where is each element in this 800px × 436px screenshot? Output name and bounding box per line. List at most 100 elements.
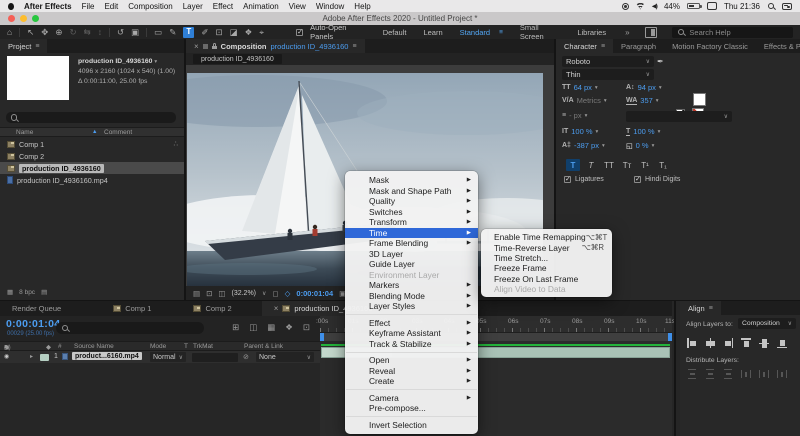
- screen-record-icon[interactable]: [622, 3, 629, 10]
- auto-open-panels-checkbox[interactable]: [296, 29, 303, 36]
- close-panel-icon[interactable]: ×: [194, 42, 199, 51]
- tab-motion-factory-classic[interactable]: Motion Factory Classic: [664, 39, 756, 53]
- panel-menu-icon[interactable]: ≡: [35, 43, 39, 50]
- spotlight-search-icon[interactable]: [767, 2, 775, 10]
- draft-3d-icon[interactable]: ◫: [249, 322, 257, 333]
- submenu-item-time-stretch[interactable]: Time Stretch...: [481, 253, 612, 263]
- project-search-input[interactable]: [21, 113, 172, 122]
- orbit-tool-icon[interactable]: ↻: [70, 28, 77, 37]
- comp-current-time[interactable]: 0:00:01:04: [296, 289, 333, 298]
- tab-render-queue[interactable]: Render Queue: [0, 301, 73, 316]
- flowchart-icon[interactable]: ▤: [193, 289, 200, 298]
- tsume-value[interactable]: 0 %: [636, 141, 649, 150]
- monitor-icon[interactable]: ⊡: [206, 289, 212, 298]
- panel-menu-icon[interactable]: ≡: [352, 43, 356, 50]
- work-area-start-handle[interactable]: [320, 333, 324, 341]
- footage-name[interactable]: production ID_4936160: [78, 58, 152, 65]
- mask-visibility-icon[interactable]: ◇: [285, 289, 291, 298]
- column-trkmat[interactable]: TrkMat: [193, 343, 213, 350]
- new-folder-icon[interactable]: ▤: [41, 288, 47, 296]
- menu-item-layer-styles[interactable]: Layer Styles▶: [345, 301, 478, 312]
- menubar-item-effect[interactable]: Effect: [213, 2, 233, 11]
- menubar-item-layer[interactable]: Layer: [183, 2, 203, 11]
- hand-tool-icon[interactable]: ✥: [41, 28, 48, 37]
- dropdown-arrow-icon[interactable]: ▾: [652, 143, 655, 149]
- project-item-production-mp4[interactable]: production ID_4936160.mp4: [0, 174, 184, 186]
- menubar-item-window[interactable]: Window: [316, 2, 344, 11]
- layer-name[interactable]: product...6160.mp4: [72, 352, 142, 360]
- menu-item-open[interactable]: Open▶: [345, 355, 478, 366]
- baseline-shift-value[interactable]: -387 px: [574, 141, 599, 150]
- small-caps-toggle[interactable]: Tт: [620, 159, 634, 171]
- region-of-interest-icon[interactable]: ◻: [272, 289, 278, 298]
- font-family-select[interactable]: Roboto ∨: [562, 56, 654, 67]
- font-style-select[interactable]: Thin ∨: [562, 69, 654, 80]
- minimize-window-button[interactable]: [20, 15, 27, 22]
- type-tool-icon[interactable]: T: [183, 27, 194, 38]
- layer-visibility-icon[interactable]: ◉: [4, 353, 9, 360]
- submenu-item-freeze-frame[interactable]: Freeze Frame: [481, 263, 612, 273]
- interpret-footage-icon[interactable]: ▦: [7, 288, 13, 296]
- menu-item-blending-mode[interactable]: Blending Mode▶: [345, 291, 478, 302]
- layer-row[interactable]: ◉ ▸ 1 product...6160.mp4 Normal ∨ ⊘ None…: [0, 351, 320, 363]
- selection-tool-icon[interactable]: ↖: [27, 28, 34, 37]
- menu-item-mask-and-shape-path[interactable]: Mask and Shape Path▶: [345, 186, 478, 197]
- tab-effects-presets[interactable]: Effects & Pre: [756, 39, 800, 53]
- tab-paragraph[interactable]: Paragraph: [613, 39, 664, 53]
- horizontal-scale-value[interactable]: 100 %: [633, 127, 654, 136]
- menubar-item-help[interactable]: Help: [354, 2, 370, 11]
- menubar-clock[interactable]: Thu 21:36: [724, 2, 760, 11]
- workspace-overflow-icon[interactable]: »: [625, 28, 629, 37]
- menubar-item-file[interactable]: File: [82, 2, 95, 11]
- volume-icon[interactable]: ◀): [652, 2, 657, 10]
- layer-label-color[interactable]: [40, 354, 49, 361]
- input-source-icon[interactable]: [707, 2, 717, 10]
- tab-align[interactable]: Align ≡: [680, 301, 721, 315]
- home-tool-icon[interactable]: ⌂: [7, 28, 12, 37]
- faux-italic-toggle[interactable]: T: [584, 159, 598, 171]
- help-search-box[interactable]: [672, 27, 793, 38]
- menu-item-track-stabilize[interactable]: Track & Stabilize▶: [345, 339, 478, 350]
- dual-view-icon[interactable]: ◫: [218, 289, 225, 298]
- superscript-toggle[interactable]: T¹: [638, 159, 652, 171]
- dropdown-arrow-icon[interactable]: ▾: [658, 129, 661, 135]
- dropdown-arrow-icon[interactable]: ▾: [602, 143, 605, 149]
- menu-item-transform[interactable]: Transform▶: [345, 217, 478, 228]
- menubar-item-app[interactable]: After Effects: [24, 2, 72, 11]
- tab-comp2[interactable]: Comp 2: [181, 301, 243, 316]
- ligatures-checkbox[interactable]: [564, 176, 571, 183]
- tab-comp1[interactable]: Comp 1: [101, 301, 163, 316]
- menubar-item-view[interactable]: View: [289, 2, 306, 11]
- all-caps-toggle[interactable]: TT: [602, 159, 616, 171]
- workspace-learn[interactable]: Learn: [423, 28, 442, 37]
- column-parent-link[interactable]: Parent & Link: [244, 343, 283, 350]
- clone-stamp-tool-icon[interactable]: ⊡: [215, 28, 222, 37]
- tab-composition[interactable]: × Composition production ID_4936160 ≡: [186, 39, 365, 53]
- comp-viewer-tab[interactable]: production ID_4936160: [193, 54, 282, 64]
- motion-blur-icon[interactable]: ❖: [285, 322, 293, 333]
- menu-item-keyframe-assistant[interactable]: Keyframe Assistant▶: [345, 328, 478, 339]
- subscript-toggle[interactable]: T₁: [656, 159, 670, 171]
- dropdown-arrow-icon[interactable]: ▾: [659, 85, 662, 91]
- align-right-button[interactable]: [723, 338, 733, 348]
- hindi-digits-checkbox[interactable]: [634, 176, 641, 183]
- menubar-item-edit[interactable]: Edit: [104, 2, 118, 11]
- twirl-arrow-icon[interactable]: ▸: [30, 353, 33, 360]
- distribute-bottom-button[interactable]: [723, 369, 733, 379]
- dropdown-arrow-icon[interactable]: ▾: [604, 98, 607, 104]
- column-mode[interactable]: Mode: [150, 343, 166, 350]
- menubar-item-animation[interactable]: Animation: [243, 2, 279, 11]
- menu-item-effect[interactable]: Effect▶: [345, 318, 478, 329]
- camera-tool-icon[interactable]: ▣: [131, 28, 139, 37]
- distribute-left-button[interactable]: [741, 369, 751, 379]
- menu-item-pre-compose[interactable]: Pre-compose...: [345, 403, 478, 414]
- tab-character[interactable]: Character ≡: [556, 39, 613, 53]
- project-item-comp2[interactable]: Comp 2: [0, 150, 184, 162]
- layer-blend-mode-select[interactable]: Normal ∨: [150, 352, 186, 362]
- eraser-tool-icon[interactable]: ◪: [230, 28, 238, 37]
- menu-item-invert-selection[interactable]: Invert Selection: [345, 420, 478, 431]
- menu-item-3d-layer[interactable]: 3D Layer: [345, 249, 478, 260]
- kerning-value[interactable]: Metrics: [577, 96, 601, 105]
- work-area-end-handle[interactable]: [668, 333, 672, 341]
- pan-camera-tool-icon[interactable]: ⇆: [84, 28, 91, 37]
